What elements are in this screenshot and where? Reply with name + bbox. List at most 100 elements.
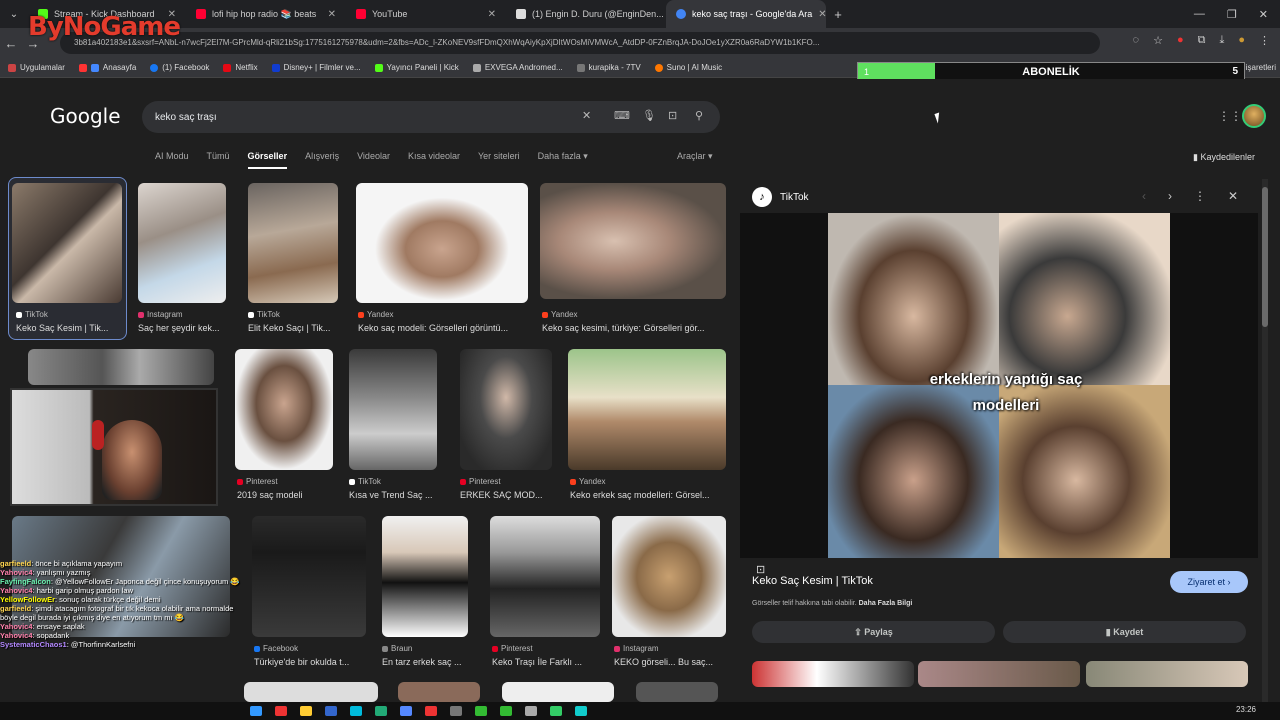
search-icon[interactable]: ⚲ (695, 109, 703, 122)
tab-x-profile[interactable]: (1) Engin D. Duru (@EnginDen... ✕ (506, 0, 666, 28)
previous-icon[interactable]: ‹ (1142, 189, 1146, 203)
related-image[interactable] (918, 661, 1080, 687)
tab-images[interactable]: Görseller (247, 151, 288, 169)
apps-grid-icon[interactable]: ⋮⋮ (1218, 109, 1242, 123)
image-result[interactable] (398, 682, 480, 702)
profile-icon[interactable]: ● (1238, 34, 1245, 47)
preview-source[interactable]: ♪ TikTok (752, 187, 809, 207)
avatar[interactable] (1242, 104, 1266, 128)
saved-button[interactable]: ▮ Kaydedilenler (1193, 152, 1255, 163)
bookmark-item[interactable]: kurapika - 7TV (576, 63, 641, 72)
tab-places[interactable]: Yer siteleri (478, 151, 520, 169)
url-field[interactable]: 3b81a402183e1&sxsrf=ANbL-n7wcFj2El7M-GPr… (60, 32, 1100, 54)
menu-icon[interactable]: ⋮ (1259, 34, 1270, 47)
clear-icon[interactable]: ✕ (582, 109, 591, 122)
scrollbar-thumb[interactable] (1262, 187, 1268, 327)
image-result[interactable] (636, 682, 718, 702)
image-result[interactable]: Yandex Keko erkek saç modelleri: Görsel.… (568, 349, 726, 503)
image-result[interactable]: Pinterest ERKEK SAÇ MOD... (460, 349, 552, 503)
save-button[interactable]: ▮ Kaydet (1003, 621, 1246, 643)
bookmark-item[interactable]: (1) Facebook (150, 63, 209, 72)
app-icon[interactable] (550, 706, 562, 716)
result-source: Yandex (358, 310, 394, 319)
panel-scrollbar[interactable] (1262, 179, 1268, 719)
close-icon[interactable]: ✕ (1228, 189, 1238, 203)
image-result[interactable]: TikTok Kısa ve Trend Saç ... (349, 349, 437, 503)
app-icon[interactable] (575, 706, 587, 716)
bookmark-item[interactable]: Anasayfa (78, 63, 136, 72)
app-icon[interactable] (500, 706, 512, 716)
folder-icon[interactable] (300, 706, 312, 716)
maximize-icon[interactable]: ❐ (1227, 8, 1237, 21)
image-result[interactable]: TikTok Elit Keko Saçı | Tik... (248, 183, 338, 337)
search-bar[interactable]: keko saç traşı ✕ ⌨ 🎙 ⊡ ⚲ (142, 101, 720, 133)
search-input[interactable]: keko saç traşı (155, 112, 217, 123)
share-button[interactable]: ⇪ Paylaş (752, 621, 995, 643)
bookmark-item[interactable]: EXVEGA Andromed... (472, 63, 563, 72)
image-result[interactable] (28, 349, 214, 385)
image-result[interactable]: Pinterest Keko Traşı İle Farklı ... (490, 516, 600, 670)
image-result[interactable]: Braun En tarz erkek saç ... (382, 516, 468, 670)
tab-more[interactable]: Daha fazla ▾ (538, 151, 588, 169)
tab-youtube[interactable]: YouTube ✕ (346, 0, 506, 28)
close-icon[interactable]: ✕ (482, 9, 496, 20)
bookmark-item[interactable]: Suno | AI Music (654, 63, 722, 72)
tab-short-videos[interactable]: Kısa videolar (408, 151, 460, 169)
close-icon[interactable]: ✕ (812, 9, 826, 20)
more-options-icon[interactable]: ⋮ (1194, 189, 1206, 203)
star-icon[interactable]: ☆ (1153, 34, 1163, 47)
image-result[interactable]: Yandex Keko saç modeli: Görselleri görün… (356, 183, 528, 337)
app-icon[interactable] (275, 706, 287, 716)
tab-search-icon[interactable]: ⌄ (0, 9, 28, 20)
lens-icon[interactable]: ⊡ (668, 109, 677, 122)
tab-google-search[interactable]: keko saç traşı - Google'da Ara ✕ (666, 0, 826, 28)
image-result[interactable] (244, 682, 378, 702)
tab-all[interactable]: Tümü (207, 151, 230, 169)
puzzle-icon[interactable]: ⧉ (1198, 34, 1206, 47)
related-image[interactable] (1086, 661, 1248, 687)
app-icon[interactable] (350, 706, 362, 716)
app-icon[interactable] (475, 706, 487, 716)
learn-more-link[interactable]: Daha Fazla Bilgi (859, 600, 913, 607)
eye-off-icon[interactable]: ◌ (1133, 34, 1140, 47)
microphone-icon[interactable]: 🎙 (642, 109, 656, 122)
related-image[interactable] (752, 661, 914, 687)
image-result[interactable]: Instagram KEKO görseli... Bu saç... (612, 516, 726, 670)
close-icon[interactable]: ✕ (322, 9, 336, 20)
extension-icon[interactable]: ● (1177, 34, 1184, 47)
back-icon[interactable]: ← (0, 36, 22, 51)
image-result[interactable]: Yandex Keko saç kesimi, türkiye: Görsell… (540, 183, 726, 337)
visit-button[interactable]: Ziyaret et › (1170, 571, 1248, 593)
keyboard-icon[interactable]: ⌨ (614, 109, 630, 122)
next-icon[interactable]: › (1168, 189, 1172, 203)
preview-image-area[interactable]: erkeklerin yaptığı saç modelleri ⊡ (740, 213, 1258, 576)
close-window-icon[interactable]: ✕ (1259, 8, 1268, 21)
tools-button[interactable]: Araçlar ▾ (677, 151, 713, 162)
bookmark-item[interactable]: Uygulamalar (8, 63, 65, 72)
download-icon[interactable]: ⤓ (1219, 34, 1224, 47)
image-result[interactable]: Pinterest 2019 saç modeli (235, 349, 333, 503)
windows-icon[interactable] (250, 706, 262, 716)
tab-videos[interactable]: Videolar (357, 151, 390, 169)
tab-ai-mode[interactable]: AI Modu (155, 151, 189, 169)
bookmark-item[interactable]: Netflix (223, 63, 258, 72)
app-icon[interactable] (525, 706, 537, 716)
image-result[interactable]: Instagram Saç her şeydir kek... (138, 183, 226, 337)
image-result[interactable] (502, 682, 614, 702)
tab-shopping[interactable]: Alışveriş (305, 151, 339, 169)
app-icon[interactable] (375, 706, 387, 716)
tab-lofi[interactable]: lofi hip hop radio 📚 beats ✕ (186, 0, 346, 28)
new-tab-button[interactable]: + (826, 7, 850, 22)
google-logo[interactable]: Google (50, 104, 121, 128)
app-icon[interactable] (400, 706, 412, 716)
minimize-icon[interactable]: — (1194, 8, 1205, 20)
bookmark-item[interactable]: Disney+ | Filmler ve... (271, 63, 361, 72)
bookmark-item[interactable]: Yayıncı Paneli | Kick (374, 63, 459, 72)
app-icon[interactable] (325, 706, 337, 716)
app-icon[interactable] (450, 706, 462, 716)
yandex-icon (570, 479, 576, 485)
image-result[interactable]: TikTok Keko Saç Kesim | Tik... (12, 183, 122, 337)
image-result[interactable]: Facebook Türkiye'de bir okulda t... (252, 516, 366, 670)
app-icon[interactable] (425, 706, 437, 716)
preview-title[interactable]: Keko Saç Kesim | TikTok (752, 575, 873, 587)
